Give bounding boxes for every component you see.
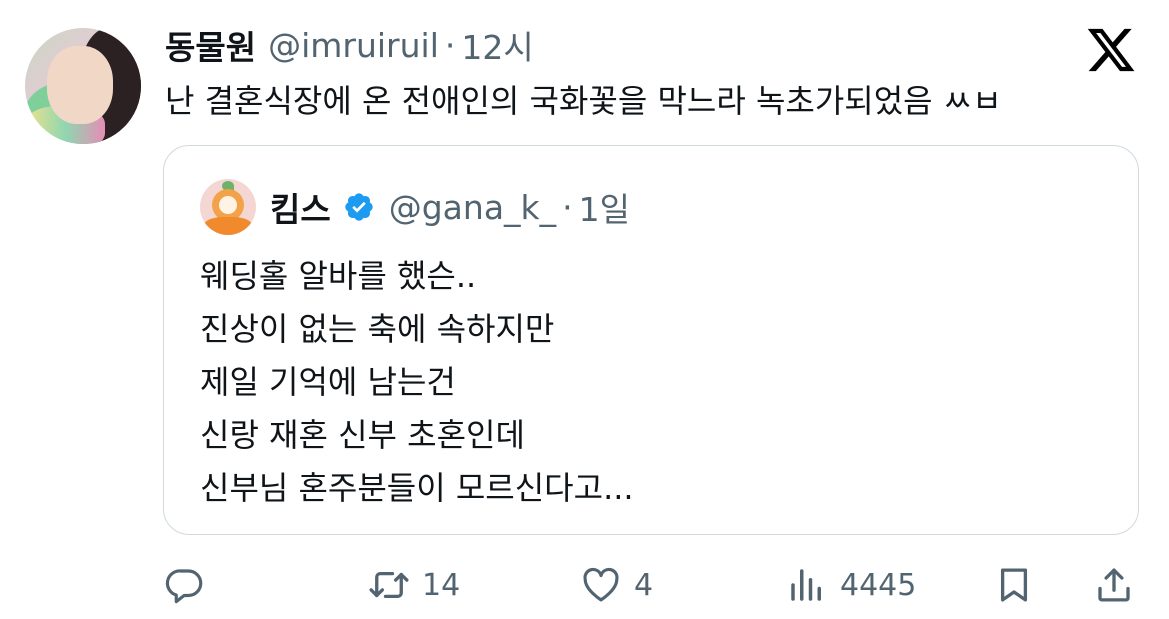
quoted-display-name[interactable]: 킴스: [270, 183, 331, 231]
views-button[interactable]: 4445: [786, 555, 916, 615]
author-display-name[interactable]: 동물원: [165, 21, 256, 69]
share-icon: [1098, 568, 1130, 602]
quoted-text-line: 신랑 재혼 신부 초혼인데: [200, 416, 525, 454]
quoted-separator: ·: [562, 187, 573, 227]
retweet-button[interactable]: 14: [368, 555, 460, 615]
quoted-timestamp[interactable]: 1일: [579, 183, 630, 231]
x-logo-icon[interactable]: [1085, 24, 1137, 76]
reply-button[interactable]: [164, 555, 218, 615]
quoted-author-avatar[interactable]: [200, 179, 256, 235]
heart-icon: [583, 567, 619, 602]
header-separator: ·: [444, 25, 456, 65]
reply-icon: [165, 569, 203, 604]
avatar-orange: [204, 217, 252, 235]
quoted-text: 웨딩홀 알바를 했슨.. 진상이 없는 축에 속하지만 제일 기억에 남는건 신…: [200, 250, 634, 515]
like-button[interactable]: 4: [580, 555, 653, 615]
quoted-text-line: 제일 기억에 남는건: [200, 363, 456, 401]
avatar-face: [47, 46, 113, 124]
quoted-text-line: 진상이 없는 축에 속하지만: [200, 310, 555, 348]
share-button[interactable]: [1093, 555, 1135, 615]
quoted-text-line: 신부님 혼주분들이 모르신다고...: [200, 469, 634, 507]
quoted-handle[interactable]: @gana_k_: [389, 188, 556, 227]
bookmark-button[interactable]: [993, 555, 1035, 615]
views-icon: [791, 569, 821, 601]
quoted-tweet-card[interactable]: 킴스 @gana_k_ · 1일 웨딩홀 알바를 했슨.. 진상이 없는 축에 …: [163, 145, 1139, 535]
tweet-text: 난 결혼식장에 온 전애인의 국화꽃을 막느라 녹초가되었음 ㅆㅂ: [165, 82, 1002, 120]
author-avatar[interactable]: [25, 28, 141, 144]
quoted-header: 킴스 @gana_k_ · 1일: [270, 182, 630, 232]
quoted-text-line: 웨딩홀 알바를 했슨..: [200, 257, 477, 295]
view-count: 4445: [840, 567, 917, 603]
avatar-lion-face: [219, 196, 237, 214]
author-handle[interactable]: @imruiruil: [268, 26, 439, 65]
retweet-count: 14: [422, 567, 461, 603]
retweet-icon: [369, 571, 409, 599]
action-bar: 14 4 4445: [0, 555, 1169, 615]
tweet-header: 동물원 @imruiruil · 12시: [165, 20, 534, 70]
tweet-timestamp[interactable]: 12시: [461, 21, 533, 69]
like-count: 4: [634, 567, 654, 603]
verified-badge-icon: [345, 193, 373, 221]
bookmark-icon: [1000, 568, 1028, 602]
